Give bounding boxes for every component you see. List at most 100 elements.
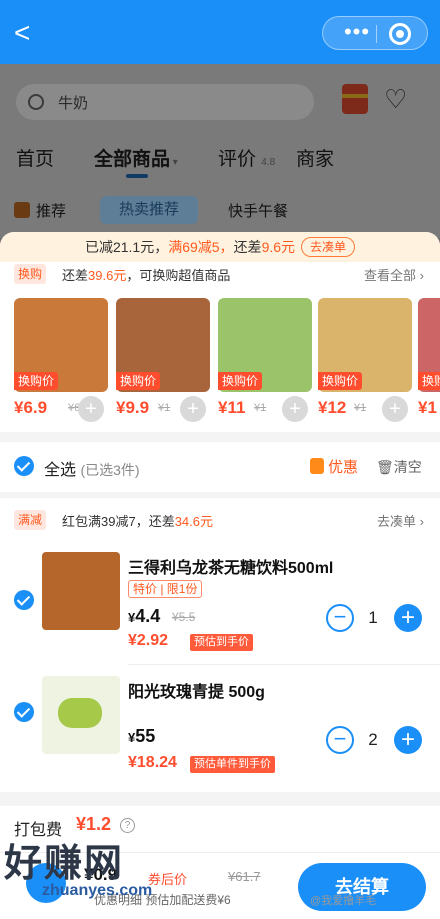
checkout-bar: ¥0.9 券后价 ¥61.7 优惠明细 预估加配送费¥6 去结算 [0, 852, 440, 919]
section-divider [0, 792, 440, 806]
capsule-divider [376, 25, 377, 43]
clear-button[interactable]: 🗑清空 [376, 457, 422, 477]
title-bar: < ••• [0, 0, 440, 64]
swap-price-label: 换购价 [14, 372, 59, 390]
close-miniapp-icon[interactable] [389, 23, 411, 45]
category-lunch[interactable]: 快手午餐 [228, 200, 288, 221]
cart-sheet: 已减21.1元，满69减5，还差9.6元 去凑单 换购 还差39.6元，可换购超值… [0, 232, 440, 919]
select-all-label[interactable]: 全选 (已选3件) [44, 456, 140, 480]
item-tags: 特价 | 限1份 [128, 580, 203, 598]
packing-fee-row: 打包费 ¥1.2 ? [0, 806, 440, 846]
add-swap-button[interactable]: + [78, 396, 104, 422]
item-image[interactable] [42, 676, 120, 754]
store-tabs: 首页 全部商品 ▾ 评价 4.8 商家 [0, 144, 440, 184]
swap-product[interactable]: 换购价 ¥9.9 ¥1 + [116, 298, 210, 426]
favorite-icon[interactable]: ♡ [384, 84, 407, 114]
swap-tag: 换购 [14, 264, 47, 284]
cart-icon[interactable] [26, 863, 66, 903]
increase-qty-button[interactable]: + [394, 726, 422, 754]
search-icon [28, 94, 44, 110]
item-image[interactable] [42, 552, 120, 630]
tab-sort-icon: ▾ [170, 157, 178, 168]
item-price-value: 4.4 [135, 606, 161, 626]
item-price: ¥4.4 [128, 606, 161, 626]
tab-merchant[interactable]: 商家 [296, 144, 334, 171]
swap-section: 换购 还差39.6元，可换购超值商品 查看全部 › 换购价 ¥6.9 ¥6 + … [0, 262, 440, 432]
help-icon[interactable]: ? [120, 818, 135, 833]
promo-done: 已减21.1元， [84, 239, 169, 255]
review-score: 4.8 [261, 157, 276, 168]
item-checkbox[interactable] [14, 590, 34, 610]
swap-old-price: ¥1 [254, 402, 267, 414]
tab-reviews-label: 评价 [218, 149, 257, 170]
item-price-value: 55 [135, 726, 156, 746]
cart-item: 阳光玫瑰青提 500g ¥55 ¥18.24 预估单件到手价 − 2 + [0, 670, 440, 794]
original-total: ¥61.7 [228, 869, 261, 884]
decrease-qty-button[interactable]: − [326, 726, 354, 754]
after-coupon-label: 券后价 [148, 872, 188, 887]
swap-product[interactable]: 换购价 ¥12 ¥1 + [318, 298, 412, 426]
active-tab-indicator [126, 174, 148, 178]
swap-text-suffix: ，可换购超值商品 [126, 268, 231, 283]
discount-detail-link[interactable]: 优惠明细 预估加配送费¥6 [94, 891, 231, 908]
category-hot[interactable]: 热卖推荐 [100, 196, 198, 224]
packing-fee-value: ¥1.2 [76, 814, 112, 834]
swap-product[interactable]: 换购 ¥1 [418, 298, 440, 426]
discount-icon [310, 458, 324, 474]
back-icon[interactable]: < [14, 18, 42, 48]
search-bar[interactable]: 牛奶 [16, 84, 314, 120]
select-all-row: 全选 (已选3件) 优惠 🗑清空 [0, 442, 440, 492]
packing-fee-label: 打包费 [14, 822, 63, 839]
category-tabs: 推荐 热卖推荐 快手午餐 [0, 196, 440, 232]
item-checkbox[interactable] [14, 702, 34, 722]
add-swap-button[interactable]: + [382, 396, 408, 422]
grape-shape [58, 698, 102, 728]
swap-product[interactable]: 换购价 ¥6.9 ¥6 + [14, 298, 108, 426]
select-all-checkbox[interactable] [14, 456, 34, 476]
manjian-gap: 34.6元 [174, 514, 214, 529]
swap-price-label: 换购价 [218, 372, 263, 390]
add-swap-button[interactable]: + [180, 396, 206, 422]
add-more-link[interactable]: 去凑单 › [377, 511, 424, 530]
section-divider [0, 432, 440, 442]
category-recommend[interactable]: 推荐 [36, 200, 66, 221]
item-est-price: ¥18.24 [128, 754, 177, 771]
promo-rule: 满69减5， [168, 239, 234, 255]
view-all-link[interactable]: 查看全部 › [364, 265, 424, 284]
add-swap-button[interactable]: + [282, 396, 308, 422]
clear-label: 清空 [393, 459, 422, 475]
add-more-button[interactable]: 去凑单 [301, 237, 356, 257]
discount-button[interactable]: 优惠 [310, 456, 358, 477]
decrease-qty-button[interactable]: − [326, 604, 354, 632]
item-est-tag: 预估到手价 [190, 634, 253, 651]
swap-product[interactable]: 换购价 ¥11 ¥1 + [218, 298, 312, 426]
item-quantity: 1 [368, 608, 378, 627]
weibo-watermark: @我爱撸羊毛 [310, 895, 377, 907]
item-name[interactable]: 三得利乌龙茶无糖饮料500ml [128, 554, 333, 578]
recommend-icon [14, 202, 30, 218]
tab-all-products[interactable]: 全部商品 ▾ [94, 144, 178, 171]
item-name[interactable]: 阳光玫瑰青提 500g [128, 678, 265, 702]
swap-price-label: 换购价 [116, 372, 161, 390]
swap-price-label: 换购价 [318, 372, 363, 390]
swap-price: ¥9.9 [116, 398, 150, 417]
item-divider [128, 664, 440, 665]
search-query: 牛奶 [58, 95, 89, 112]
tab-all-products-label: 全部商品 [94, 149, 171, 170]
item-est-tag: 预估单件到手价 [190, 756, 275, 773]
increase-qty-button[interactable]: + [394, 604, 422, 632]
swap-old-price: ¥1 [158, 402, 171, 414]
item-old-price: ¥5.5 [172, 610, 196, 624]
selected-count: (已选3件) [80, 462, 140, 478]
red-packet-icon[interactable] [342, 84, 368, 114]
tab-home[interactable]: 首页 [16, 144, 54, 171]
swap-price: ¥11 [218, 398, 246, 417]
discount-rule-row: 满减 红包满39减7，还差34.6元 去凑单 › [0, 498, 440, 538]
swap-price: ¥6.9 [14, 398, 48, 417]
tab-reviews[interactable]: 评价 4.8 [218, 144, 275, 171]
swap-gap: 39.6元 [88, 268, 127, 283]
swap-price: ¥12 [318, 398, 347, 417]
more-icon[interactable]: ••• [337, 21, 377, 45]
promo-bar: 已减21.1元，满69减5，还差9.6元 去凑单 [0, 232, 440, 262]
select-all-text: 全选 [44, 462, 77, 479]
